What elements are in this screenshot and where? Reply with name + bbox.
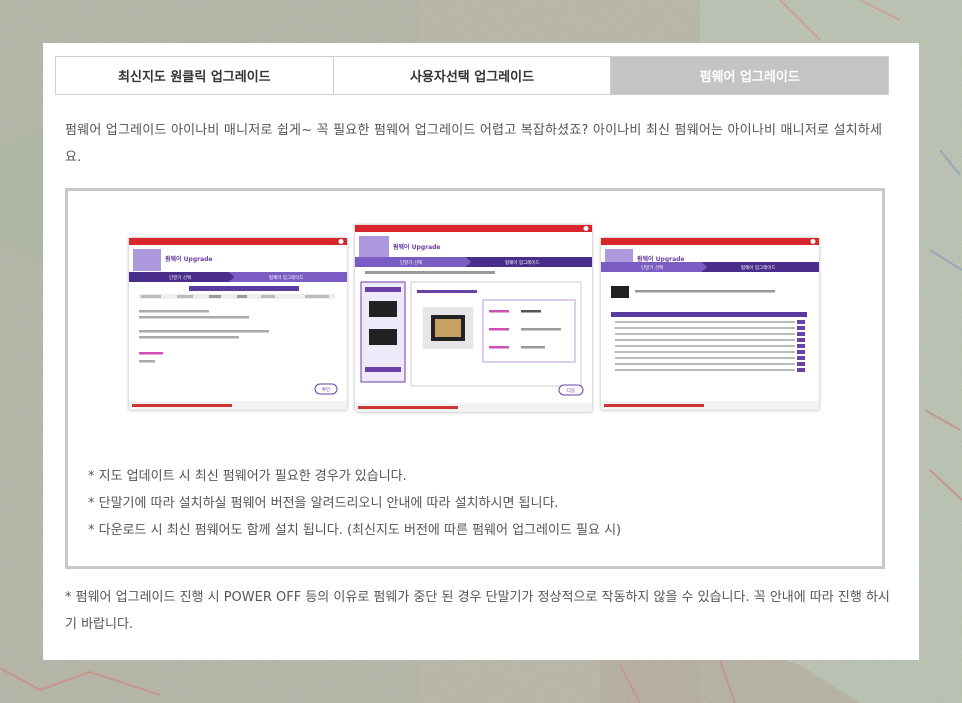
screenshot-firmware-list: 펌웨어 Upgrade 단말기 선택 펌웨어 업그레이드 <box>601 238 819 410</box>
screenshot-firmware-info: 펌웨어 Upgrade 단말기 선택 펌웨어 업그레이드 확인 <box>129 238 347 410</box>
note-item: * 다운로드 시 최신 펌웨어도 함께 설치 됩니다. (최신지도 버전에 따른… <box>88 523 622 538</box>
note-item: * 단말기에 따라 설치하실 펌웨어 버전을 알려드리오니 안내에 따라 설치하… <box>88 496 559 511</box>
svg-text:펌웨어 업그레이드: 펌웨어 업그레이드 <box>741 264 776 271</box>
screenshot-step1: 단말기 선택 <box>169 274 191 281</box>
footer-note: * 펌웨어 업그레이드 진행 시 POWER OFF 등의 이유로 펌웨가 중단… <box>65 590 890 632</box>
tab-firmware-upgrade[interactable]: 펌웨어 업그레이드 <box>611 57 889 94</box>
screenshot-next-button: 다음 <box>567 387 575 394</box>
screenshot-device-select: 펌웨어 Upgrade 단말기 선택 펌웨어 업그레이드 다음 <box>355 225 592 412</box>
tab-oneclick-upgrade[interactable]: 최신지도 원클릭 업그레이드 <box>56 57 334 94</box>
screenshot-step2: 펌웨어 업그레이드 <box>269 274 304 281</box>
tab-user-select-upgrade[interactable]: 사용자선택 업그레이드 <box>333 57 612 94</box>
screenshot-header-title: 펌웨어 Upgrade <box>165 255 212 263</box>
content-panel: 최신지도 원클릭 업그레이드 사용자선택 업그레이드 펌웨어 업그레이드 펌웨어… <box>43 43 919 660</box>
screenshot-confirm-1: 확인 <box>322 386 330 393</box>
screenshot-box: 펌웨어 Upgrade 단말기 선택 펌웨어 업그레이드 확인 펌웨어 Upgr… <box>65 188 885 569</box>
svg-text:펌웨어 Upgrade: 펌웨어 Upgrade <box>393 243 440 251</box>
upgrade-tabs: 최신지도 원클릭 업그레이드 사용자선택 업그레이드 펌웨어 업그레이드 <box>55 56 889 95</box>
intro-text: 펌웨어 업그레이드 아이나비 매니저로 쉽게~ 꼭 필요한 펌웨어 업그레이드 … <box>65 123 883 165</box>
note-item: * 지도 업데이트 시 최신 펌웨어가 필요한 경우가 있습니다. <box>88 469 407 484</box>
svg-text:단말기 선택: 단말기 선택 <box>400 259 422 266</box>
svg-text:펌웨어 업그레이드: 펌웨어 업그레이드 <box>505 259 540 266</box>
notes-list: * 지도 업데이트 시 최신 펌웨어가 필요한 경우가 있습니다. * 단말기에… <box>88 463 868 544</box>
screenshot-group: 펌웨어 Upgrade 단말기 선택 펌웨어 업그레이드 확인 펌웨어 Upgr… <box>125 225 825 415</box>
svg-text:단말기 선택: 단말기 선택 <box>641 264 663 271</box>
svg-text:펌웨어 Upgrade: 펌웨어 Upgrade <box>637 255 684 263</box>
